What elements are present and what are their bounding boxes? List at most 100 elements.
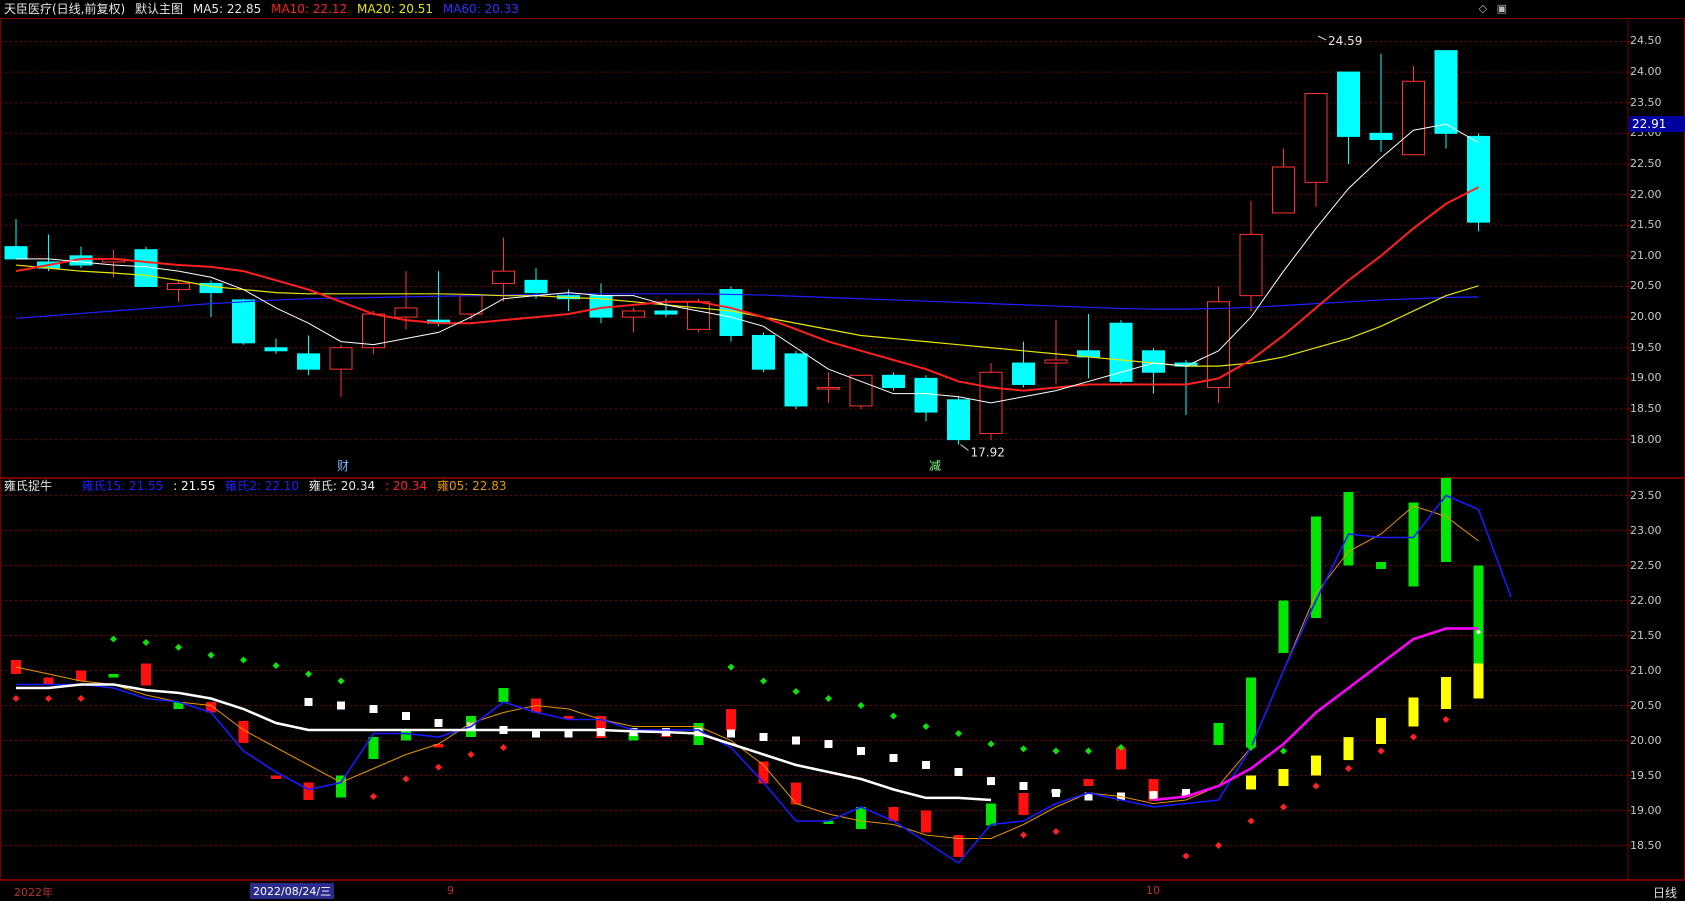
- low-marker-arrow: [960, 444, 969, 451]
- candle-body: [1337, 71, 1360, 137]
- candle-body: [654, 310, 678, 315]
- orange-line: [15, 505, 1479, 839]
- stock-title[interactable]: 天臣医疗(日线,前复权): [4, 2, 125, 16]
- red-dot: [1409, 733, 1418, 741]
- red-dot: [1442, 715, 1450, 724]
- indicator-end-dot: [1476, 630, 1481, 634]
- yellow-bar: [1278, 769, 1289, 786]
- red-dot: [1052, 827, 1060, 836]
- green-dot: [142, 638, 150, 647]
- candle-body: [1239, 233, 1263, 297]
- red-dot: [467, 750, 475, 759]
- time-axis: 2022年 2022/08/24/三 9 10 日线: [0, 880, 1685, 901]
- indicator-tick-label: 19.00: [1630, 803, 1662, 817]
- yellow-bar: [1246, 775, 1256, 790]
- candle-body: [492, 270, 515, 284]
- white-marker: [759, 733, 768, 741]
- candle-body: [4, 246, 28, 260]
- indicator-bar: [726, 709, 736, 731]
- green-dot: [922, 722, 930, 731]
- indicator-bar: [1246, 677, 1256, 748]
- indicator-bar: [336, 775, 346, 798]
- yellow-bar: [1343, 737, 1354, 761]
- green-dot: [1052, 747, 1060, 755]
- white-marker: [824, 740, 833, 748]
- green-dot: [337, 677, 345, 685]
- indicator-bar: [141, 663, 151, 686]
- candle-body: [329, 347, 353, 370]
- price-tick-label: 18.50: [1630, 401, 1662, 415]
- diamond-icon[interactable]: ◇: [1479, 2, 1487, 15]
- finance-event-marker: 财: [337, 459, 349, 473]
- red-dot: [1344, 764, 1353, 773]
- green-dot: [954, 729, 963, 738]
- price-tick-label: 18.00: [1630, 432, 1662, 446]
- candle-body: [459, 295, 483, 315]
- candle-body: [524, 279, 548, 294]
- reduce-event-marker: 减: [929, 459, 941, 473]
- indicator-bar: [1408, 502, 1419, 587]
- candle-body: [752, 334, 775, 370]
- indicator-bar: [986, 803, 996, 826]
- indicator-bar: [1018, 793, 1029, 815]
- white-marker: [954, 768, 963, 776]
- indicator-bar: [108, 674, 119, 678]
- red-dot: [1279, 803, 1288, 811]
- candlestick-chart[interactable]: 24.59 17.92 财 减: [0, 18, 1685, 478]
- yellow-bar: [1441, 677, 1451, 709]
- high-price-marker: 24.59: [1328, 34, 1362, 48]
- candle-body: [784, 353, 808, 407]
- candle-body: [1467, 135, 1490, 223]
- white-marker: [369, 705, 378, 713]
- green-dot: [1279, 747, 1288, 755]
- candle-body: [297, 353, 320, 370]
- ma5-legend: MA5: 22.85: [192, 2, 262, 16]
- white-marker: [304, 698, 313, 706]
- white-marker: [1019, 782, 1028, 790]
- window-icon[interactable]: ▣: [1497, 2, 1507, 15]
- main-chart-mode[interactable]: 默认主图: [135, 2, 183, 16]
- price-tick-label: 22.00: [1630, 187, 1662, 201]
- indicator-bar: [43, 677, 54, 685]
- candle-body: [1012, 362, 1035, 385]
- green-dot: [727, 663, 735, 671]
- indicator-bar: [368, 737, 379, 759]
- indicator-tick-label: 22.50: [1630, 558, 1662, 572]
- candle-body: [914, 377, 938, 413]
- red-dot: [369, 792, 378, 801]
- red-dot: [1312, 782, 1320, 790]
- main-chart-header: 天臣医疗(日线,前复权) 默认主图 MA5: 22.85 MA10: 22.12…: [4, 0, 525, 18]
- red-dot: [12, 694, 20, 703]
- green-dot: [792, 687, 800, 696]
- candle-body: [622, 310, 645, 318]
- indicator-bar: [1473, 565, 1484, 664]
- candle-body: [1369, 132, 1393, 140]
- sub-frame: [0, 478, 1685, 880]
- green-dot: [207, 651, 215, 659]
- candle-body: [1044, 359, 1068, 364]
- red-dot: [1377, 747, 1385, 755]
- green-dot: [272, 662, 280, 670]
- indicator-bar: [271, 775, 281, 779]
- price-tick-label: 22.50: [1630, 156, 1662, 170]
- white-marker: [922, 761, 930, 769]
- indicator-bar: [303, 782, 314, 800]
- red-dot: [44, 694, 53, 703]
- indicator-tick-label: 22.00: [1630, 593, 1662, 607]
- selected-date-label: 2022/08/24/三: [250, 883, 335, 899]
- indicator-chart[interactable]: [0, 478, 1685, 880]
- indicator-tick-label: 23.00: [1630, 523, 1662, 537]
- candle-body: [264, 347, 288, 352]
- low-price-marker: 17.92: [971, 446, 1005, 460]
- yellow-bar: [1408, 697, 1419, 727]
- candle-body: [817, 387, 840, 390]
- candle-body: [947, 399, 970, 441]
- red-dot: [1019, 831, 1028, 839]
- red-dot: [402, 775, 410, 783]
- period-button[interactable]: 日线: [1653, 884, 1677, 901]
- current-price-label: 22.91: [1629, 116, 1685, 132]
- month-label-9: 9: [447, 884, 454, 897]
- red-dot: [434, 763, 443, 771]
- candle-body: [167, 282, 190, 291]
- white-marker: [857, 747, 865, 755]
